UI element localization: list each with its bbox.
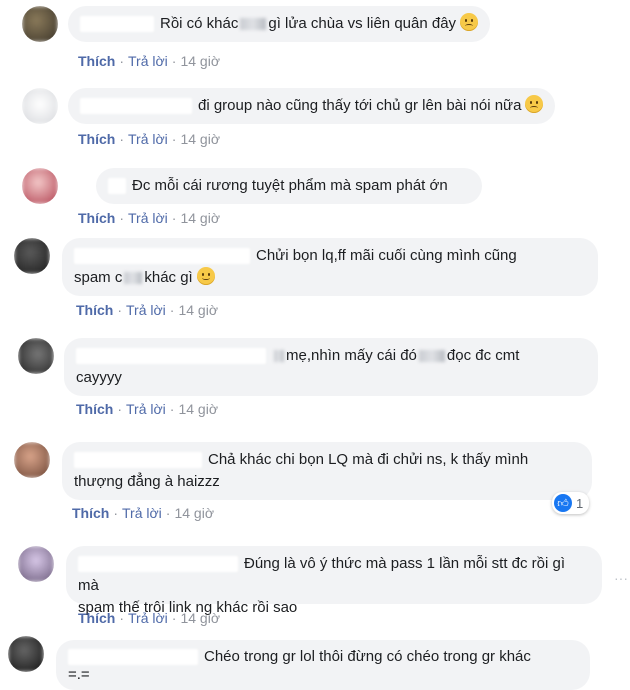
comment-bubble: Đc mỗi cái rương tuyệt phẩm mà spam phát…	[96, 168, 482, 204]
like-reaction-icon: 👍︎	[554, 494, 572, 512]
blurred-author-name[interactable]	[74, 452, 202, 469]
comment-actions: Thích · Trả lời · 14 giờ	[78, 610, 221, 626]
avatar[interactable]	[22, 88, 58, 124]
comment-actions: Thích · Trả lời · 14 giờ	[78, 53, 221, 69]
avatar[interactable]	[14, 238, 50, 274]
reply-link[interactable]: Trả lời	[128, 53, 168, 69]
reply-link[interactable]: Trả lời	[126, 302, 166, 318]
comment-bubble: Chửi bọn lq,ff mãi cuối cùng mình cũng s…	[62, 238, 598, 296]
comment-bubble: mẹ,nhìn mấy cái đó đọc đc cmt cayyyy	[64, 338, 598, 396]
avatar[interactable]	[8, 636, 44, 672]
timestamp[interactable]: 14 giờ	[180, 53, 220, 69]
like-link[interactable]: Thích	[78, 53, 115, 69]
censored-word	[240, 18, 267, 31]
reply-link[interactable]: Trả lời	[128, 131, 168, 147]
timestamp[interactable]: 14 giờ	[180, 131, 220, 147]
timestamp[interactable]: 14 giờ	[178, 302, 218, 318]
like-link[interactable]: Thích	[72, 505, 109, 521]
timestamp[interactable]: 14 giờ	[180, 610, 220, 626]
blurred-author-name[interactable]	[78, 556, 238, 573]
blurred-author-name[interactable]	[80, 16, 154, 33]
comment-actions: Thích · Trả lời · 14 giờ	[76, 302, 219, 318]
reply-link[interactable]: Trả lời	[128, 610, 168, 626]
like-link[interactable]: Thích	[78, 210, 115, 226]
censored-word	[124, 272, 143, 285]
avatar[interactable]	[18, 546, 54, 582]
like-link[interactable]: Thích	[78, 131, 115, 147]
smile-emoji-icon	[196, 267, 215, 285]
reply-link[interactable]: Trả lời	[122, 505, 162, 521]
comment-bubble: Rồi có khác gì lửa chùa vs liên quân đây	[68, 6, 491, 42]
censored-word	[418, 350, 445, 363]
comment-bubble: Đúng là vô ý thức mà pass 1 lần mỗi stt …	[66, 546, 602, 616]
comment-actions: Thích · Trả lời · 14 giờ	[78, 131, 221, 147]
sad-emoji-icon	[525, 95, 544, 113]
avatar[interactable]	[22, 168, 58, 204]
reaction-count[interactable]: 👍︎ 1	[552, 492, 590, 514]
timestamp[interactable]: 14 giờ	[174, 505, 214, 521]
comment-actions: Thích · Trả lời · 14 giờ	[72, 505, 215, 521]
comment-bubble: đi group nào cũng thấy tới chủ gr lên bà…	[68, 88, 556, 124]
avatar[interactable]	[14, 442, 50, 478]
blurred-author-name[interactable]	[74, 248, 250, 265]
like-link[interactable]: Thích	[76, 401, 113, 417]
timestamp[interactable]: 14 giờ	[178, 401, 218, 417]
comment-actions: Thích · Trả lời · 14 giờ	[76, 401, 219, 417]
comment-bubble: Chéo trong gr lol thôi đừng có chéo tron…	[56, 640, 590, 690]
timestamp[interactable]: 14 giờ	[180, 210, 220, 226]
sad-emoji-icon	[460, 13, 479, 31]
avatar[interactable]	[22, 6, 58, 42]
comment-bubble: Chả khác chi bọn LQ mà đi chửi ns, k thấ…	[62, 442, 592, 500]
like-link[interactable]: Thích	[78, 610, 115, 626]
like-link[interactable]: Thích	[76, 302, 113, 318]
blurred-author-name[interactable]	[108, 178, 126, 195]
blurred-author-name[interactable]	[68, 649, 198, 666]
blurred-author-name[interactable]	[76, 348, 266, 365]
comment-actions: Thích · Trả lời · 14 giờ	[78, 210, 221, 226]
avatar[interactable]	[18, 338, 54, 374]
more-options-icon[interactable]: ···	[614, 570, 628, 586]
censored-word	[274, 350, 284, 363]
reply-link[interactable]: Trả lời	[128, 210, 168, 226]
reply-link[interactable]: Trả lời	[126, 401, 166, 417]
blurred-author-name[interactable]	[80, 98, 192, 115]
